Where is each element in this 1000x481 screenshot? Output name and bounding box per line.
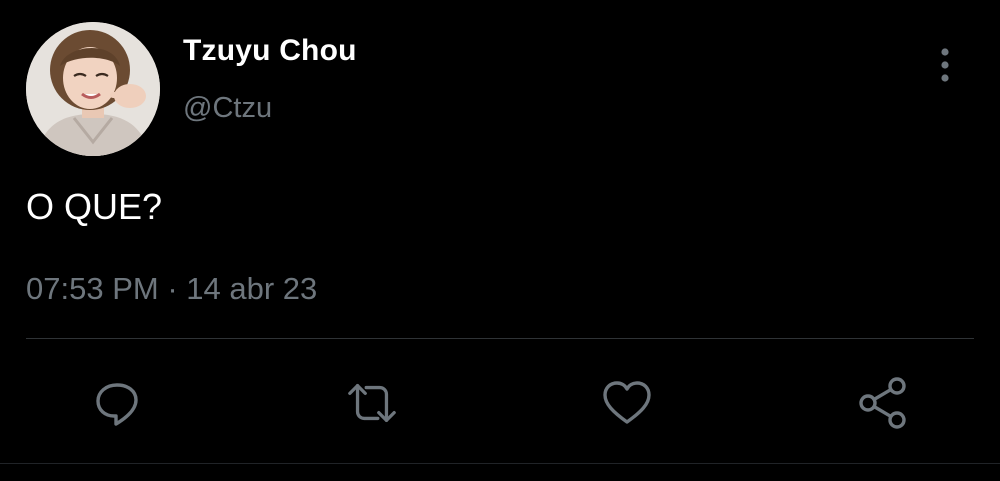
reply-button[interactable]: [90, 376, 144, 430]
more-options-button[interactable]: [928, 44, 962, 86]
retweet-button[interactable]: [345, 376, 399, 430]
avatar-photo-icon: [26, 22, 160, 156]
avatar[interactable]: [26, 22, 160, 156]
like-button[interactable]: [600, 376, 654, 430]
divider-bottom: [0, 463, 1000, 464]
tweet-timestamp[interactable]: 07:53 PM · 14 abr 23: [26, 271, 317, 307]
retweet-icon: [348, 384, 396, 422]
tweet-card: Tzuyu Chou @Ctzu O QUE? 07:53 PM · 14 ab…: [0, 0, 1000, 481]
author-handle[interactable]: @Ctzu: [183, 92, 272, 125]
author-display-name[interactable]: Tzuyu Chou: [183, 34, 357, 68]
share-icon: [859, 377, 906, 429]
tweet-time: 07:53 PM: [26, 271, 159, 306]
more-vertical-icon: [941, 48, 949, 82]
tweet-date: 14 abr 23: [186, 271, 318, 306]
divider: [26, 338, 974, 339]
share-button[interactable]: [856, 376, 910, 430]
timestamp-separator: ·: [167, 271, 178, 306]
heart-icon: [603, 381, 651, 424]
tweet-text: O QUE?: [26, 186, 163, 227]
reply-icon: [96, 383, 138, 426]
